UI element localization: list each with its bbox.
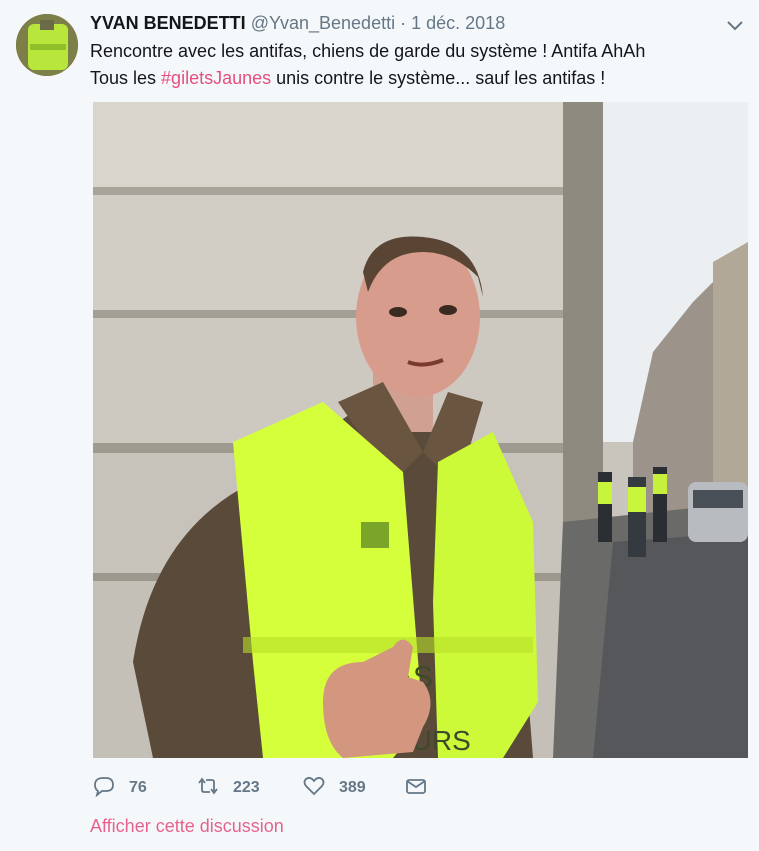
chevron-down-icon[interactable] — [724, 14, 746, 36]
tweet-date[interactable]: 1 déc. 2018 — [411, 13, 505, 33]
show-thread-link[interactable]: Afficher cette discussion — [90, 816, 284, 837]
like-button[interactable]: 389 — [302, 774, 366, 802]
tweet-line-1: Rencontre avec les antifas, chiens de ga… — [90, 41, 646, 61]
tweet-header: YVAN BENEDETTI @Yvan_Benedetti · 1 déc. … — [90, 12, 505, 34]
envelope-icon — [404, 774, 428, 803]
dm-button[interactable] — [404, 774, 428, 802]
tweet-text: Rencontre avec les antifas, chiens de ga… — [90, 38, 645, 92]
reply-button[interactable]: 76 — [92, 774, 147, 802]
retweet-button[interactable]: 223 — [196, 774, 260, 802]
reply-count: 76 — [129, 779, 147, 796]
retweet-count: 223 — [233, 779, 260, 796]
reply-icon — [92, 774, 116, 803]
avatar[interactable] — [16, 14, 78, 76]
heart-icon — [302, 774, 326, 803]
tweet-line-2-prefix: Tous les — [90, 68, 162, 88]
author-handle[interactable]: @Yvan_Benedetti — [251, 13, 395, 33]
tweet-line-2: Tous les #giletsJaunes unis contre le sy… — [90, 65, 645, 92]
separator: · — [400, 13, 407, 33]
like-count: 389 — [339, 779, 366, 796]
tweet-photo[interactable]: BAS EURS — [93, 102, 748, 758]
hashtag-link[interactable]: #giletsJaunes — [161, 68, 271, 88]
author-name[interactable]: YVAN BENEDETTI — [90, 13, 246, 33]
tweet-line-2-suffix: unis contre le système... sauf les antif… — [271, 68, 606, 88]
tweet[interactable]: YVAN BENEDETTI @Yvan_Benedetti · 1 déc. … — [0, 0, 759, 851]
retweet-icon — [196, 774, 220, 803]
